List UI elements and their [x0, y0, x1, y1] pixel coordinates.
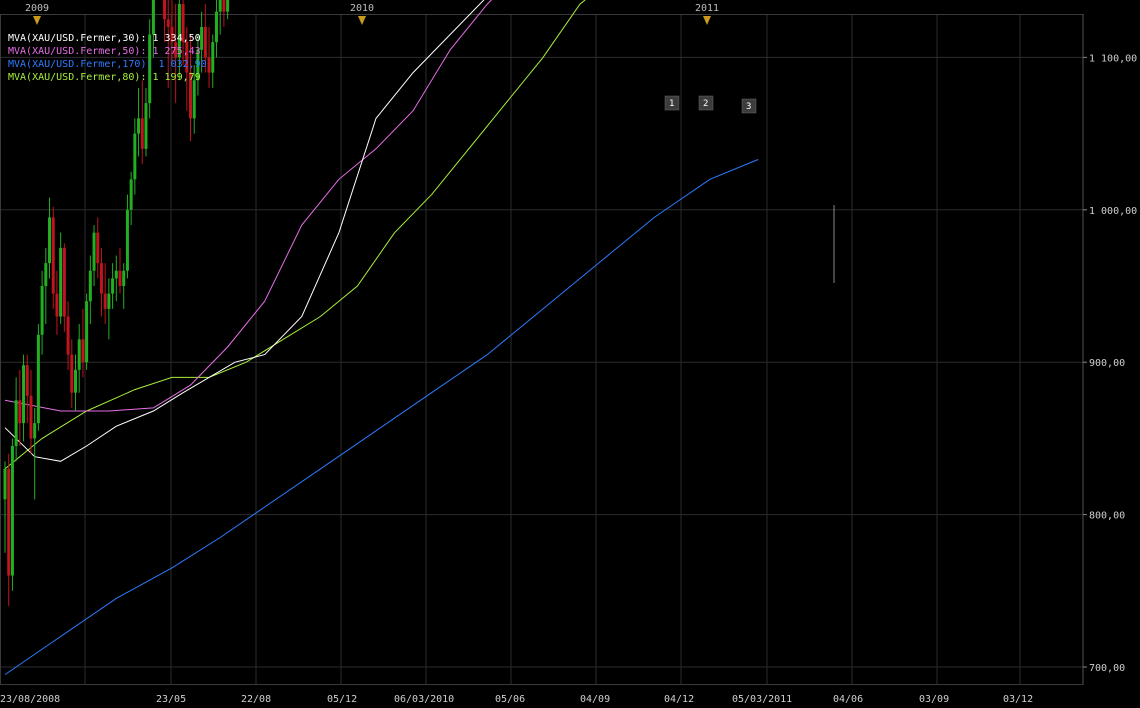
- chart-grid: [0, 14, 1084, 685]
- year-marker-icon: [703, 16, 711, 25]
- x-tick-label: 22/08: [241, 694, 271, 705]
- candle-body: [3, 468, 7, 500]
- candle-body: [137, 118, 141, 134]
- y-tick-label: 900,00: [1089, 358, 1125, 369]
- candle-body: [166, 19, 170, 27]
- candle-body: [81, 339, 85, 363]
- legend-item: MVA(XAU/USD.Fermer,50): 1 275,43: [8, 46, 201, 57]
- legend-item: MVA(XAU/USD.Fermer,170): 1 032,90: [8, 59, 207, 70]
- candle-body: [207, 57, 211, 73]
- candle-body: [59, 247, 63, 317]
- x-tick-label: 04/06: [833, 694, 863, 705]
- ma170-line: [4, 159, 759, 676]
- candle-body: [85, 301, 89, 363]
- x-tick-label: 23/08/2008: [0, 694, 60, 705]
- candle-body: [125, 209, 129, 271]
- date-axis: 23/08/2008 23/05 22/08 05/12 06/03/2010 05/06…: [0, 694, 1033, 705]
- candle-body: [40, 286, 44, 335]
- gold-price-chart[interactable]: 1 418,831 311,811 408,05 123 1 500,001 4…: [0, 0, 1140, 708]
- candle-body: [129, 179, 133, 210]
- candle-body: [10, 446, 14, 576]
- x-tick-label: 04/09: [580, 694, 610, 705]
- candle-body: [111, 278, 115, 294]
- candle-body: [73, 369, 77, 393]
- candle-body: [33, 423, 37, 439]
- y-tick-label: 1 000,00: [1089, 206, 1137, 217]
- candle-body: [14, 400, 18, 447]
- ma80-line: [4, 0, 586, 470]
- candle-body: [140, 118, 144, 149]
- candle-body: [48, 217, 52, 264]
- candle-body: [211, 42, 215, 73]
- candle-body: [51, 217, 55, 294]
- x-tick-label: 05/03/2011: [732, 694, 792, 705]
- candle-body: [103, 293, 107, 309]
- marker-label: 3: [746, 102, 751, 112]
- candle-body: [133, 133, 137, 180]
- numbered-markers[interactable]: 1 2 3: [664, 95, 757, 114]
- marker-2[interactable]: 2: [698, 95, 714, 111]
- candle-body: [114, 270, 118, 279]
- candlestick-series: [3, 0, 230, 607]
- year-label: 2010: [350, 3, 374, 14]
- candle-body: [55, 293, 59, 317]
- moving-average-lines: [4, 0, 759, 676]
- x-tick-label: 23/05: [156, 694, 186, 705]
- candle-body: [144, 103, 148, 149]
- candle-body: [203, 26, 207, 58]
- x-tick-label: 05/12: [327, 694, 357, 705]
- candle-body: [88, 270, 92, 302]
- candle-body: [218, 0, 222, 12]
- marker-label: 1: [669, 99, 674, 109]
- candle-body: [214, 11, 218, 43]
- candle-body: [44, 263, 48, 286]
- candle-body: [66, 316, 70, 355]
- candle-body: [163, 0, 167, 20]
- year-marker-icon: [33, 16, 41, 25]
- price-axis: 1 500,001 400,001 300,001 200,001 100,00…: [1082, 14, 1137, 684]
- y-tick-label: 1 100,00: [1089, 53, 1137, 64]
- marker-label: 2: [703, 99, 708, 109]
- candle-body: [192, 80, 196, 119]
- candle-body: [96, 232, 100, 264]
- candle-body: [22, 365, 26, 424]
- candle-body: [18, 400, 22, 424]
- legend-item: MVA(XAU/USD.Fermer,80): 1 199,79: [8, 72, 201, 83]
- candle-body: [36, 334, 40, 424]
- marker-3[interactable]: 3: [741, 98, 757, 114]
- x-tick-label: 03/09: [919, 694, 949, 705]
- candle-body: [92, 232, 96, 271]
- plot-frame: [0, 14, 1084, 685]
- candle-body: [62, 247, 66, 317]
- year-marker-icon: [358, 16, 366, 25]
- candle-body: [222, 0, 226, 12]
- y-tick-label: 800,00: [1089, 511, 1125, 522]
- candle-body: [77, 339, 81, 370]
- candle-body: [118, 270, 122, 286]
- x-tick-label: 03/12: [1003, 694, 1033, 705]
- candle-body: [99, 263, 103, 294]
- candle-body: [29, 395, 33, 439]
- marker-1[interactable]: 1: [664, 95, 680, 111]
- y-tick-label: 700,00: [1089, 663, 1125, 674]
- indicator-legend: MVA(XAU/USD.Fermer,30): 1 334,50 MVA(XAU/…: [8, 33, 207, 83]
- candle-body: [7, 468, 11, 576]
- candle-body: [25, 365, 29, 396]
- x-tick-label: 04/12: [664, 694, 694, 705]
- legend-item: MVA(XAU/USD.Fermer,30): 1 334,50: [8, 33, 201, 44]
- x-tick-label: 05/06: [495, 694, 525, 705]
- x-tick-label: 06/03/2010: [394, 694, 454, 705]
- candle-body: [151, 0, 155, 35]
- candle-body: [122, 270, 126, 286]
- candle-body: [226, 0, 230, 12]
- year-label: 2009: [25, 3, 49, 14]
- candle-body: [70, 354, 74, 393]
- candle-body: [107, 293, 111, 309]
- year-label: 2011: [695, 3, 719, 14]
